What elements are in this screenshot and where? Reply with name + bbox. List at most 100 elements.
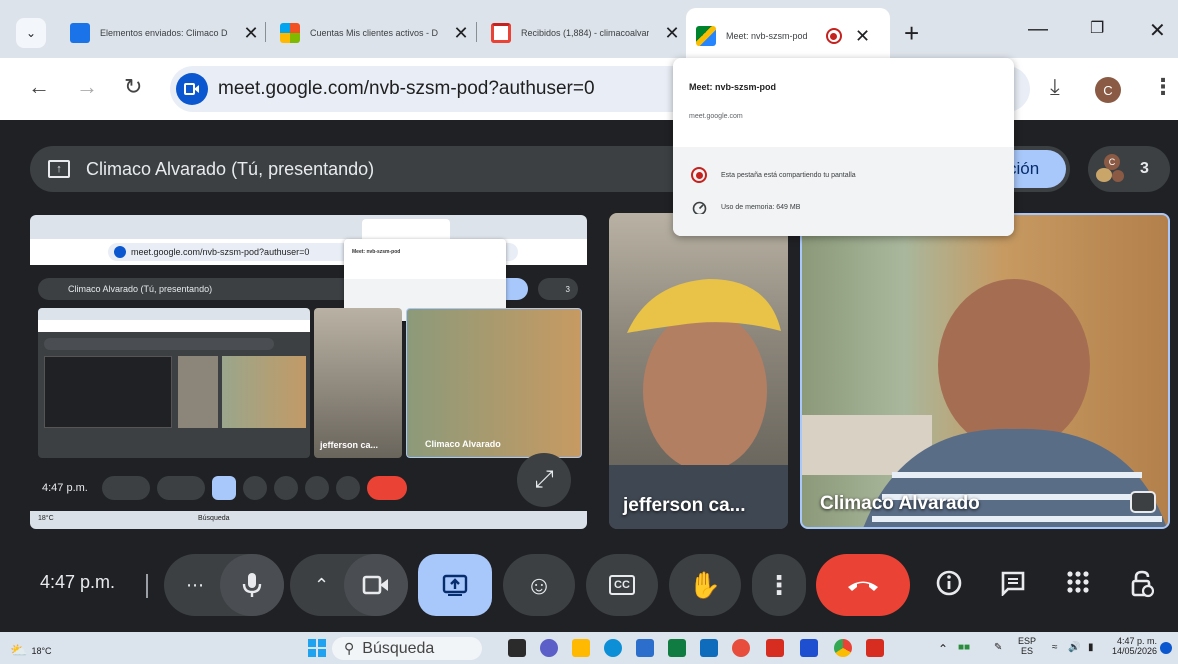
url-text: meet.google.com/nvb-szsm-pod?authuser=0 <box>218 78 595 99</box>
app-blue-icon[interactable] <box>800 639 818 657</box>
camera-button[interactable] <box>344 554 408 616</box>
clock-widget[interactable]: 4:47 p. m. 14/05/2026 <box>1112 636 1157 656</box>
tab-divider <box>476 22 477 42</box>
video-tile-climaco[interactable]: Climaco Alvarado <box>800 213 1170 529</box>
store-icon[interactable] <box>636 639 654 657</box>
hang-up-icon <box>848 581 878 591</box>
host-controls-lock-icon[interactable] <box>1130 570 1155 605</box>
weather-widget[interactable]: ⛅ 18°C <box>10 642 52 659</box>
mini-participants: 3 <box>538 278 578 300</box>
present-screen-icon <box>442 574 468 596</box>
weather-temp: 18°C <box>31 645 52 656</box>
mini-search: Búsqueda <box>198 515 230 522</box>
memory-usage-text: Uso de memoria: 649 MB <box>721 204 801 211</box>
mini-name-jefferson: jefferson ca... <box>320 440 379 450</box>
chat-icon[interactable] <box>1000 570 1026 603</box>
taskbar-search-box[interactable]: ⚲ Búsqueda <box>332 637 482 660</box>
gmail-favicon-icon <box>491 23 511 43</box>
tab-meet[interactable]: Meet: nvb-szsm-pod ✕ <box>686 8 890 58</box>
participant-count: 3 <box>1140 160 1149 177</box>
browser-tab-strip: ⌄ Elementos enviados: Climaco Da ✕ Cuent… <box>0 0 1178 58</box>
tab-search-button[interactable]: ⌄ <box>16 18 46 48</box>
close-window-icon[interactable]: ✕ <box>1149 18 1166 43</box>
excel-icon[interactable] <box>668 639 686 657</box>
close-icon[interactable]: ✕ <box>452 23 470 44</box>
gauge-icon <box>691 201 707 214</box>
pen-icon[interactable]: ✎ <box>994 642 1002 653</box>
download-icon[interactable]: ⤓ <box>1050 74 1060 100</box>
present-screen-button[interactable] <box>418 554 492 616</box>
profile-avatar[interactable]: C <box>1095 77 1121 103</box>
cloud-sun-icon: ⛅ <box>10 642 28 658</box>
clock-time: 4:47 p. m. <box>1117 636 1158 646</box>
tab-sent-items[interactable]: Elementos enviados: Climaco Da ✕ <box>60 14 270 52</box>
edge-icon[interactable] <box>604 639 622 657</box>
mini-tab-strip <box>30 215 587 239</box>
meeting-clock: 4:47 p.m. <box>40 572 116 592</box>
activities-grid-icon[interactable] <box>1066 570 1090 601</box>
tab-gmail-inbox[interactable]: Recibidos (1,884) - climacoalvara ✕ <box>481 14 691 52</box>
mini-name-climaco: Climaco Alvarado <box>425 439 501 449</box>
shared-screen-tile[interactable]: meet.google.com/nvb-szsm-pod?authuser=0 … <box>30 215 587 529</box>
pip-icon[interactable] <box>1130 491 1156 513</box>
task-view-icon[interactable] <box>508 639 526 657</box>
closed-captions-icon: CC <box>609 575 635 595</box>
acrobat-icon[interactable] <box>766 639 784 657</box>
mini-video-climaco: Climaco Alvarado <box>406 308 582 458</box>
more-options-button[interactable]: ⋮ <box>752 554 806 616</box>
expand-icon[interactable]: ⤢ <box>517 453 571 507</box>
new-tab-button[interactable]: + <box>904 18 919 49</box>
outlook-icon[interactable] <box>700 639 718 657</box>
language-indicator[interactable]: ESP ES <box>1018 636 1036 656</box>
participant-silhouette <box>609 279 788 529</box>
volume-icon[interactable]: 🔊 <box>1068 642 1080 653</box>
microphone-icon <box>242 573 262 597</box>
participant-name: Climaco Alvarado <box>820 493 980 514</box>
participants-button[interactable]: C 3 <box>1088 146 1170 192</box>
close-icon[interactable]: ✕ <box>663 23 681 44</box>
captions-button[interactable]: CC <box>586 554 658 616</box>
file-explorer-icon[interactable] <box>572 639 590 657</box>
hovercard-domain: meet.google.com <box>689 113 743 120</box>
tab-hover-card: Meet: nvb-szsm-pod meet.google.com Esta … <box>673 58 1014 236</box>
chevron-up-icon[interactable]: ⌃ <box>314 575 329 596</box>
forward-arrow-icon[interactable]: → <box>76 74 98 100</box>
chat-app-icon[interactable] <box>540 639 558 657</box>
tab-dynamics-accounts[interactable]: Cuentas Mis clientes activos - Dy ✕ <box>270 14 480 52</box>
lang-bottom: ES <box>1021 646 1034 656</box>
meet-site-icon <box>114 246 126 258</box>
restore-icon[interactable]: ❐ <box>1090 18 1104 38</box>
menu-kebab-icon: ⋮ <box>766 569 792 600</box>
leave-call-button[interactable] <box>816 554 910 616</box>
chrome-icon[interactable] <box>834 639 852 657</box>
info-icon[interactable] <box>936 570 962 603</box>
back-arrow-icon[interactable]: ← <box>28 74 50 100</box>
minimize-icon[interactable]: — <box>1028 18 1048 41</box>
battery-icon[interactable]: ▮ <box>1088 642 1094 653</box>
close-icon[interactable]: ✕ <box>242 23 260 44</box>
windows-start-icon[interactable] <box>308 639 326 657</box>
wifi-icon[interactable]: ≈ <box>1052 642 1058 653</box>
more-audio-options-icon[interactable]: ⋯ <box>186 575 204 596</box>
tab-title: Meet: nvb-szsm-pod <box>726 31 808 41</box>
recording-icon <box>691 167 707 183</box>
tab-title: Elementos enviados: Climaco Da <box>100 28 228 38</box>
windows-taskbar: ⛅ 18°C ⚲ Búsqueda ⌃ ■■ ✎ ESP ES ≈ 🔊 ▮ 4:… <box>0 632 1178 664</box>
tray-apps-icon[interactable]: ■■ <box>958 642 970 653</box>
app-red-icon[interactable] <box>732 639 750 657</box>
notification-icon[interactable] <box>1160 642 1172 654</box>
close-icon[interactable]: ✕ <box>854 26 872 47</box>
emoji-icon: ☺ <box>525 569 553 600</box>
menu-kebab-icon[interactable]: ⋮ <box>1152 74 1174 100</box>
reload-icon[interactable]: ↻ <box>124 74 142 100</box>
mini-url-text: meet.google.com/nvb-szsm-pod?authuser=0 <box>131 247 310 257</box>
microphone-button[interactable] <box>220 554 284 616</box>
meet-favicon-icon <box>696 26 716 46</box>
search-icon: ⚲ <box>344 640 355 656</box>
raise-hand-button[interactable]: ✋ <box>669 554 741 616</box>
tray-overflow-icon[interactable]: ⌃ <box>938 642 948 656</box>
video-tile-jefferson[interactable]: jefferson ca... <box>609 213 788 529</box>
dynamics-favicon-icon <box>280 23 300 43</box>
reactions-button[interactable]: ☺ <box>503 554 575 616</box>
acrobat-reader-icon[interactable] <box>866 639 884 657</box>
